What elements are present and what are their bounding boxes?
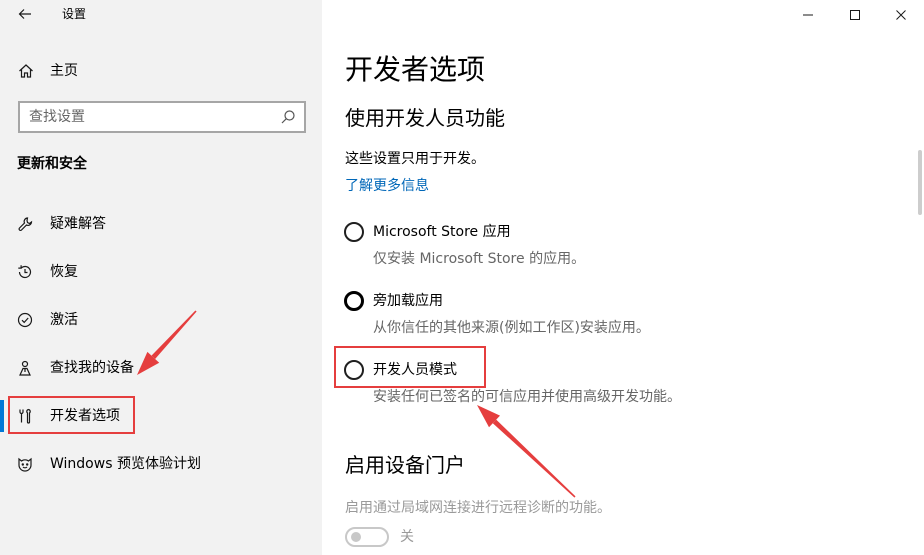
section-description: 这些设置只用于开发。 (345, 151, 485, 167)
annotation-arrow-right (477, 405, 576, 498)
sidebar-item-label: 主页 (50, 63, 78, 79)
sidebar-section-title: 更新和安全 (17, 156, 87, 172)
sidebar-item-label: 激活 (50, 312, 78, 328)
wrench-icon (17, 216, 33, 232)
learn-more-link[interactable]: 了解更多信息 (345, 176, 429, 196)
find-device-icon (17, 360, 33, 376)
radio-label[interactable]: Microsoft Store 应用 (373, 222, 511, 242)
radio-circle[interactable] (344, 222, 364, 242)
radio-circle[interactable] (344, 360, 364, 380)
search-box (18, 101, 306, 133)
search-input[interactable] (18, 101, 306, 133)
toggle-knob (351, 532, 361, 542)
section-title-developer-features: 使用开发人员功能 (345, 106, 505, 130)
radio-description: 从你信任的其他来源(例如工作区)安装应用。 (373, 320, 650, 336)
close-button[interactable] (878, 0, 924, 30)
insider-icon (17, 456, 33, 472)
sidebar-item-recovery[interactable]: 恢复 (0, 248, 322, 296)
section-title-device-portal: 启用设备门户 (345, 453, 465, 477)
settings-window: 设置 主页 更新和安全 疑难解答 恢复 (0, 0, 924, 555)
maximize-icon (850, 10, 860, 20)
minimize-icon (803, 10, 813, 20)
history-icon (17, 264, 33, 280)
sidebar-item-label: 疑难解答 (50, 216, 106, 232)
home-icon (18, 63, 34, 79)
sidebar-item-insider-program[interactable]: Windows 预览体验计划 (0, 440, 322, 488)
close-icon (896, 10, 906, 20)
page-title: 开发者选项 (345, 53, 486, 86)
window-title: 设置 (62, 7, 87, 21)
sidebar-item-activation[interactable]: 激活 (0, 296, 322, 344)
sidebar-item-label: 开发者选项 (50, 408, 120, 424)
minimize-button[interactable] (785, 0, 831, 30)
back-arrow-icon[interactable] (17, 6, 33, 22)
maximize-button[interactable] (832, 0, 878, 30)
radio-label[interactable]: 开发人员模式 (373, 360, 457, 380)
sidebar-item-label: 查找我的设备 (50, 360, 134, 376)
sidebar-item-troubleshoot[interactable]: 疑难解答 (0, 200, 322, 248)
sidebar-item-home[interactable]: 主页 (0, 47, 322, 95)
search-icon[interactable] (280, 109, 296, 125)
sidebar-item-label: Windows 预览体验计划 (50, 456, 201, 472)
device-portal-toggle[interactable] (345, 527, 389, 547)
radio-circle[interactable] (344, 291, 364, 311)
device-portal-description: 启用通过局域网连接进行远程诊断的功能。 (345, 500, 611, 516)
developer-tools-icon (17, 408, 33, 424)
radio-description: 仅安装 Microsoft Store 的应用。 (373, 251, 586, 267)
check-circle-icon (17, 312, 33, 328)
sidebar-item-developer-options[interactable]: 开发者选项 (0, 392, 322, 440)
radio-description: 安装任何已签名的可信应用并使用高级开发功能。 (373, 389, 681, 405)
sidebar: 设置 主页 更新和安全 疑难解答 恢复 (0, 0, 322, 555)
sidebar-item-find-my-device[interactable]: 查找我的设备 (0, 344, 322, 392)
scrollbar-thumb[interactable] (918, 150, 922, 215)
radio-label[interactable]: 旁加载应用 (373, 291, 443, 311)
toggle-state-label: 关 (400, 529, 414, 545)
sidebar-item-label: 恢复 (50, 264, 78, 280)
